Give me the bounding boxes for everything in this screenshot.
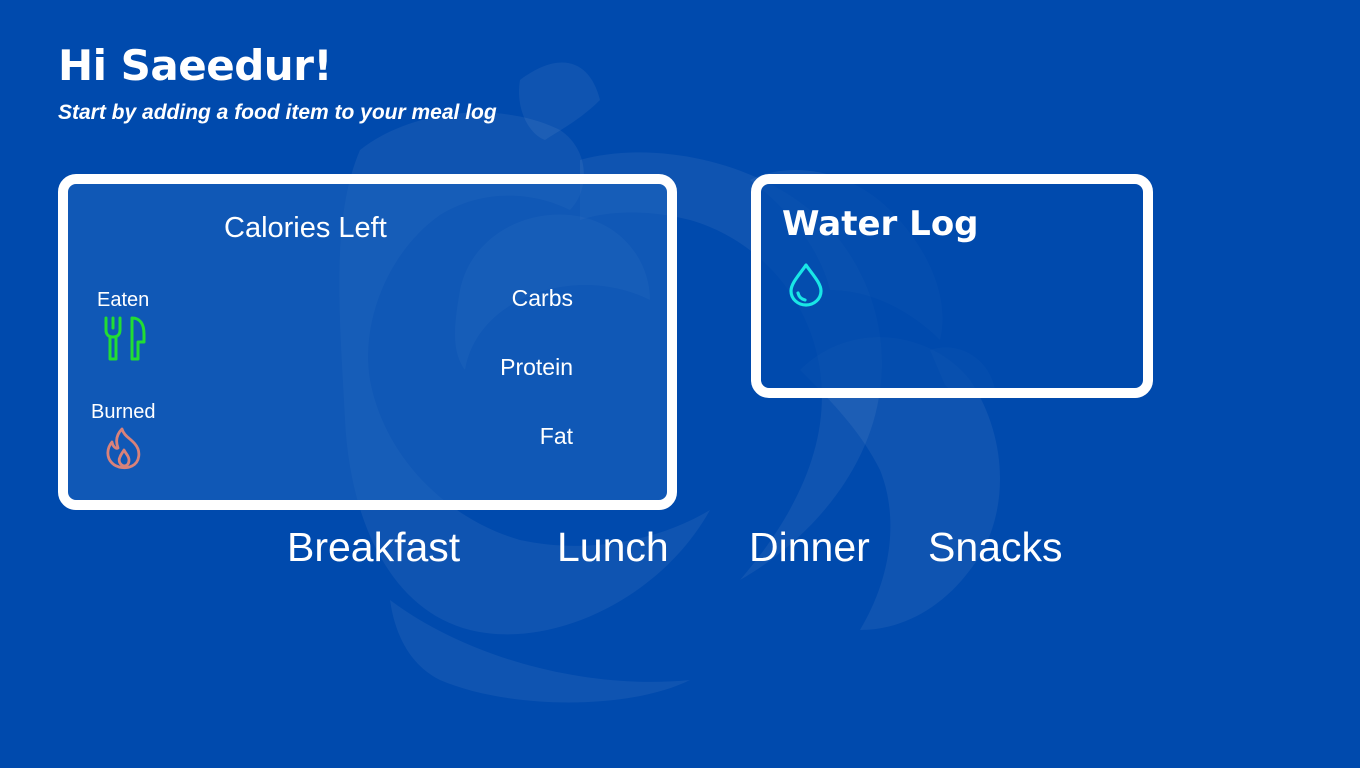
calories-left-title: Calories Left	[224, 212, 387, 244]
calories-left-card[interactable]: Calories Left Eaten Burned Carbs Protein…	[58, 174, 677, 510]
tab-breakfast[interactable]: Breakfast	[287, 520, 460, 574]
greeting-subtitle: Start by adding a food item to your meal…	[58, 101, 497, 124]
tab-dinner[interactable]: Dinner	[749, 520, 870, 574]
tab-lunch[interactable]: Lunch	[557, 520, 669, 574]
water-drop-icon[interactable]	[787, 262, 825, 308]
protein-label: Protein	[500, 354, 573, 380]
burned-label: Burned	[91, 401, 156, 423]
dashboard-page: Hi Saeedur! Start by adding a food item …	[0, 0, 1360, 768]
tab-snacks[interactable]: Snacks	[928, 520, 1062, 574]
fork-knife-icon	[104, 316, 146, 361]
eaten-label: Eaten	[97, 289, 150, 311]
fat-label: Fat	[539, 423, 573, 449]
water-log-title: Water Log	[782, 204, 979, 244]
flame-icon	[106, 427, 141, 470]
water-log-card[interactable]: Water Log	[751, 174, 1153, 398]
greeting-title: Hi Saeedur!	[58, 41, 333, 90]
carbs-label: Carbs	[511, 285, 573, 311]
meal-tabs: Breakfast Lunch Dinner Snacks	[0, 520, 1360, 576]
